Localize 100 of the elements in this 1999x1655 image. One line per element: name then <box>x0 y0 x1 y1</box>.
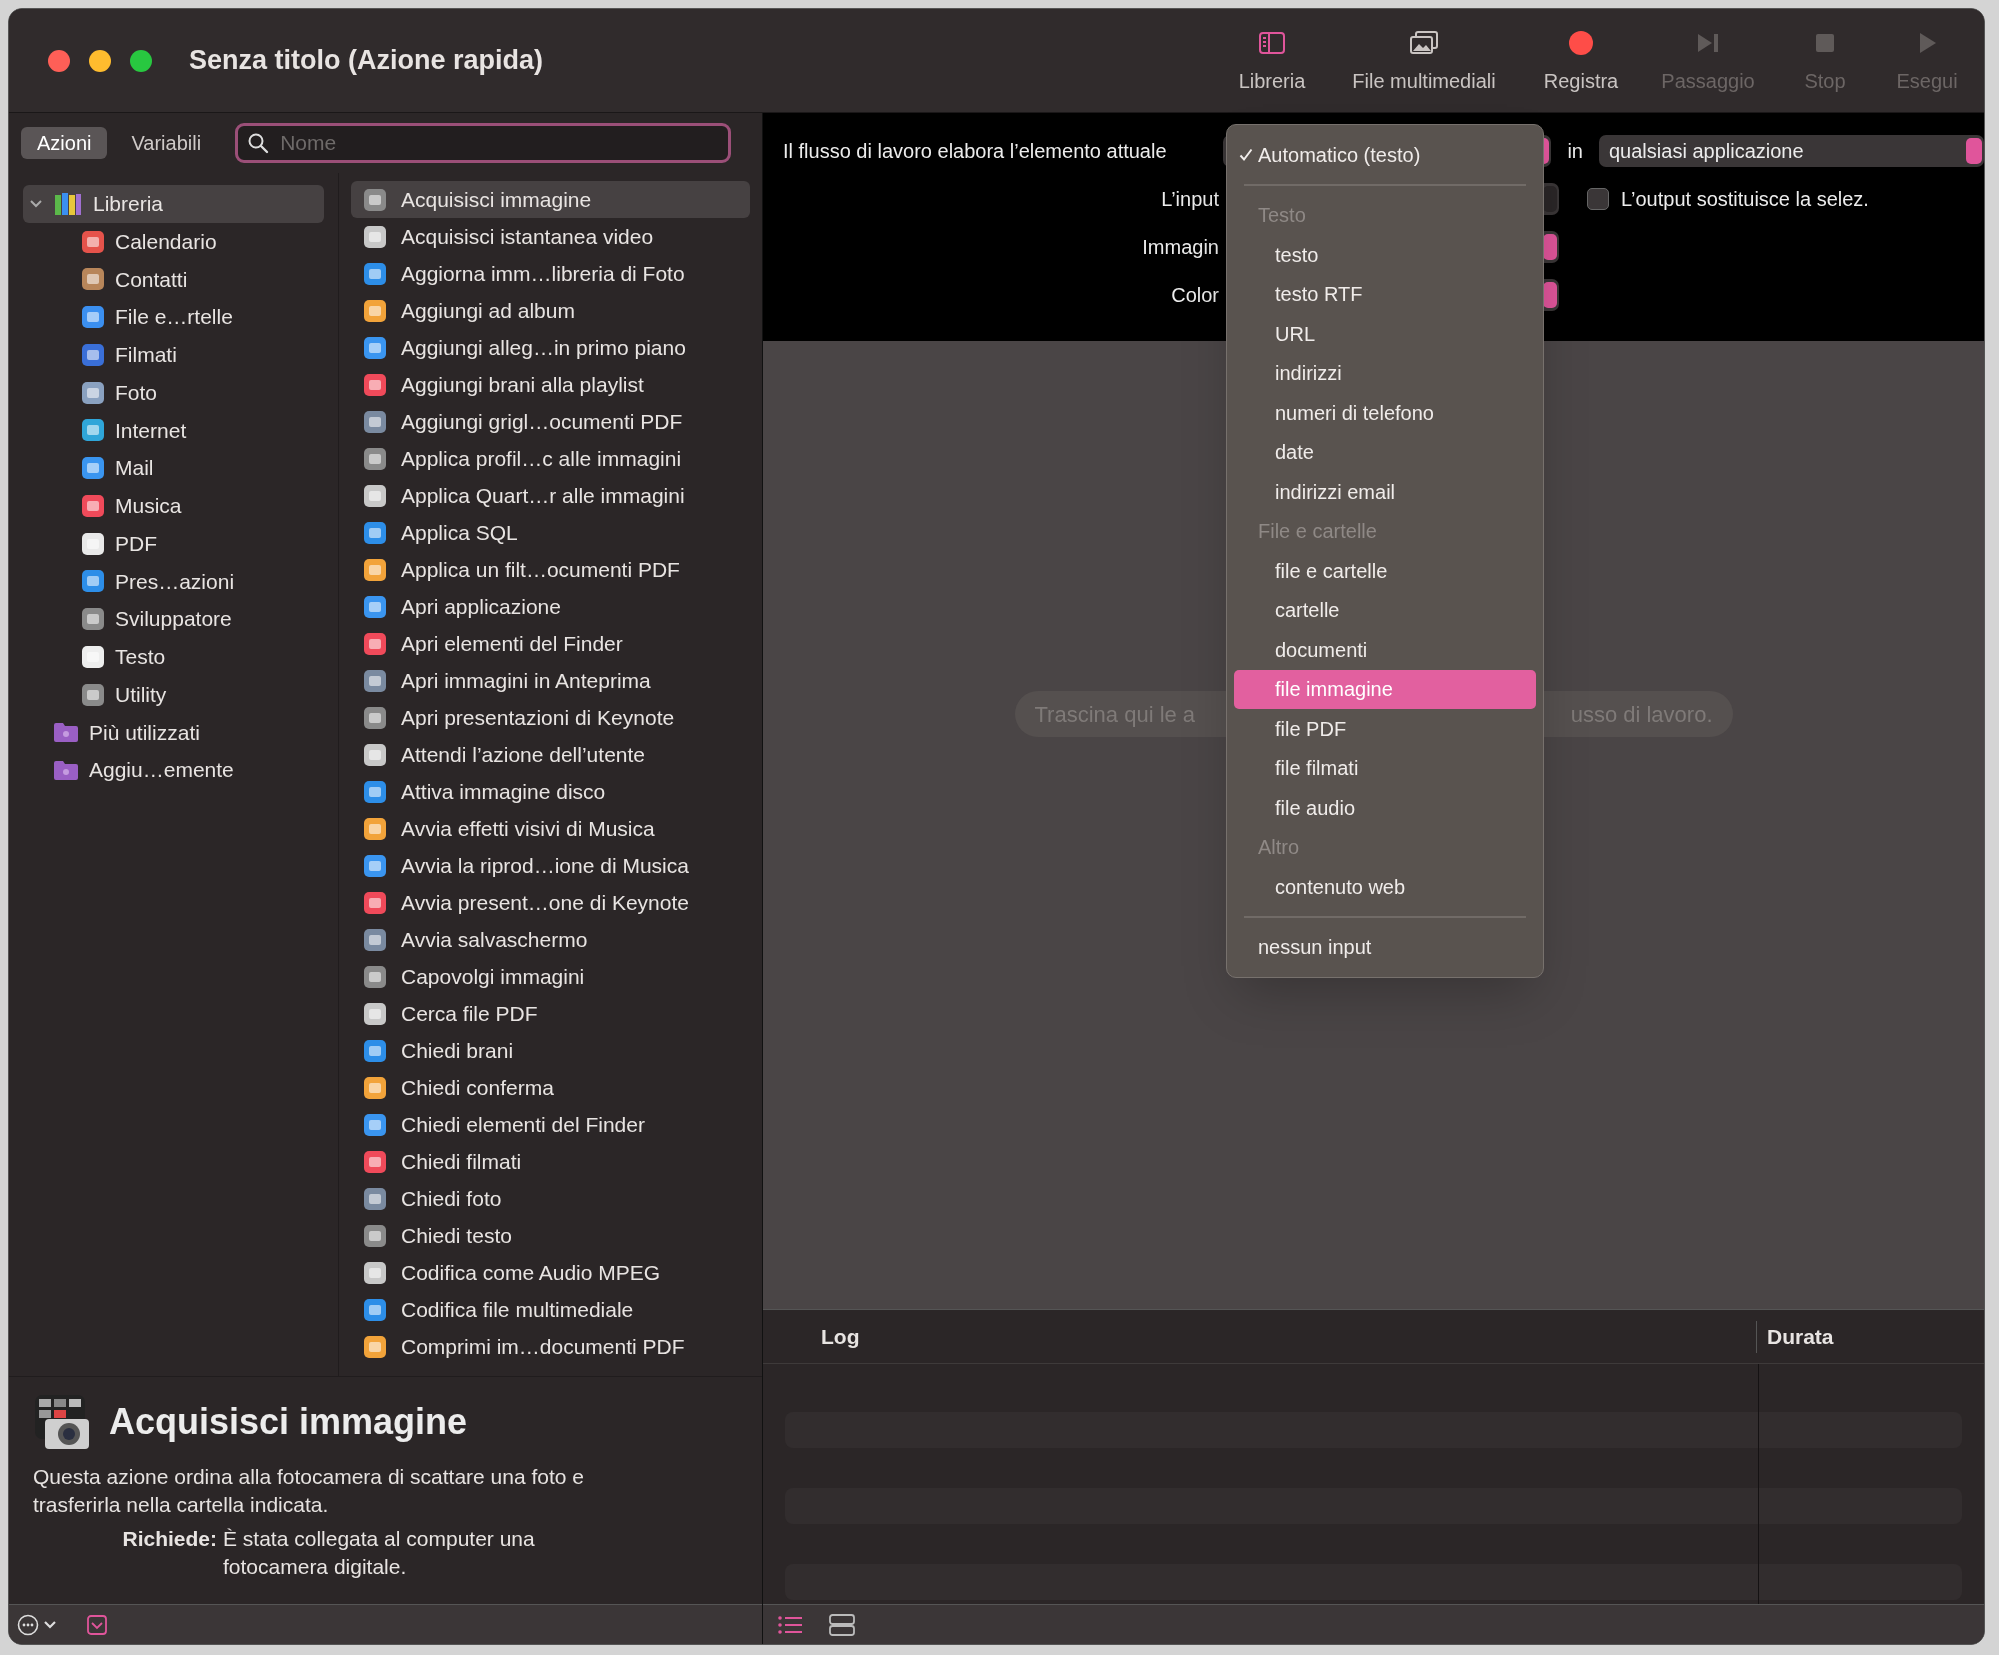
toolbar-button[interactable]: Libreria <box>1222 27 1322 96</box>
zoom-button[interactable] <box>130 49 152 72</box>
app-icon <box>363 1334 387 1359</box>
camera-icon <box>33 1393 91 1451</box>
action-item[interactable]: Apri applicazione <box>351 588 750 625</box>
tab[interactable]: Variabili <box>115 127 218 159</box>
record-icon <box>1568 29 1594 56</box>
app-icon <box>363 187 387 212</box>
checkbox-label: L’output sostituisce la selez. <box>1621 187 1869 212</box>
app-icon <box>363 224 387 249</box>
close-button[interactable] <box>48 49 70 72</box>
menu-item[interactable]: testo RTF <box>1234 274 1536 314</box>
menu-item[interactable]: indirizzi email <box>1234 472 1536 512</box>
action-item[interactable]: Attendi l’azione dell’utente <box>351 736 750 773</box>
action-item[interactable]: Aggiungi grigl…ocumenti PDF <box>351 403 750 440</box>
action-item[interactable]: Acquisisci istantanea video <box>351 218 750 255</box>
action-item[interactable]: Applica profil…c alle immagini <box>351 440 750 477</box>
library-item[interactable]: Aggiu…emente <box>23 751 324 789</box>
app-icon <box>363 927 387 952</box>
action-item[interactable]: Codifica file multimediale <box>351 1291 750 1328</box>
menu-item[interactable]: file audio <box>1234 788 1536 828</box>
library-item[interactable]: Musica <box>23 487 324 525</box>
library-item[interactable]: Libreria <box>23 185 324 223</box>
action-item[interactable]: Avvia la riprod…ione di Musica <box>351 847 750 884</box>
photos-icon <box>1409 29 1439 56</box>
app-icon <box>81 644 105 669</box>
application-popup[interactable]: qualsiasi applicazione <box>1599 135 1984 167</box>
action-item[interactable]: Aggiungi brani alla playlist <box>351 366 750 403</box>
library-item[interactable]: Foto <box>23 373 324 412</box>
menu-item[interactable]: file e cartelle <box>1234 551 1536 591</box>
more-menu-button[interactable] <box>17 1613 57 1636</box>
action-item[interactable]: Capovolgi immagini <box>351 958 750 995</box>
library-item[interactable]: PDF <box>23 524 324 563</box>
menu-item[interactable]: cartelle <box>1234 590 1536 630</box>
action-item[interactable]: Chiedi brani <box>351 1032 750 1069</box>
toolbar-button[interactable]: Registra <box>1526 27 1636 96</box>
menu-item[interactable]: numeri di telefono <box>1234 393 1536 433</box>
menu-item[interactable]: testo <box>1234 235 1536 275</box>
toolbar-button[interactable]: File multimediali <box>1334 27 1514 96</box>
menu-item[interactable]: contenuto web <box>1234 867 1536 907</box>
library-item[interactable]: Utility <box>23 675 324 714</box>
menu-item[interactable]: documenti <box>1234 630 1536 670</box>
library-item[interactable]: Più utilizzati <box>23 713 324 752</box>
app-icon <box>363 816 387 841</box>
action-item[interactable]: Codifica come Audio MPEG <box>351 1254 750 1291</box>
column-header[interactable]: Durata <box>1767 1320 1834 1353</box>
action-item[interactable]: Chiedi testo <box>351 1217 750 1254</box>
option-label: Immagin <box>1141 235 1219 260</box>
action-item[interactable]: Chiedi filmati <box>351 1143 750 1180</box>
menu-item[interactable]: file filmati <box>1234 748 1536 788</box>
action-item[interactable]: Acquisisci immagine <box>351 181 750 218</box>
action-item[interactable]: Apri immagini in Anteprima <box>351 662 750 699</box>
library-item[interactable]: Testo <box>23 638 324 676</box>
action-item[interactable]: Aggiungi ad album <box>351 292 750 329</box>
menu-item[interactable]: file PDF <box>1234 709 1536 749</box>
search-icon <box>247 132 270 154</box>
library-item[interactable]: File e…rtelle <box>23 298 324 336</box>
app-icon <box>363 1186 387 1211</box>
menu-item[interactable]: URL <box>1234 314 1536 354</box>
action-item[interactable]: Cerca file PDF <box>351 995 750 1032</box>
library-item[interactable]: Filmati <box>23 336 324 374</box>
action-item[interactable]: Applica SQL <box>351 514 750 551</box>
action-item[interactable]: Apri elementi del Finder <box>351 625 750 662</box>
menu-item[interactable]: indirizzi <box>1234 353 1536 393</box>
menu-item[interactable]: nessun input <box>1234 927 1536 967</box>
app-icon <box>363 853 387 878</box>
menu-item[interactable]: date <box>1234 432 1536 472</box>
library-item[interactable]: Internet <box>23 411 324 450</box>
library-item[interactable]: Mail <box>23 449 324 487</box>
tab[interactable]: Azioni <box>21 127 108 159</box>
menu-item[interactable]: Automatico (testo) <box>1234 135 1536 175</box>
list-view-icon[interactable] <box>777 1614 803 1635</box>
action-item[interactable]: Attiva immagine disco <box>351 773 750 810</box>
action-item[interactable]: Applica un filt…ocumenti PDF <box>351 551 750 588</box>
action-item[interactable]: Applica Quart…r alle immagini <box>351 477 750 514</box>
minimize-button[interactable] <box>89 49 111 72</box>
action-item[interactable]: Avvia salvaschermo <box>351 921 750 958</box>
action-item[interactable]: Aggiorna imm…libreria di Foto <box>351 255 750 292</box>
app-icon <box>81 531 105 556</box>
rows-view-icon[interactable] <box>829 1613 855 1636</box>
action-item[interactable]: Aggiungi alleg…in primo piano <box>351 329 750 366</box>
action-item[interactable]: Comprimi im…documenti PDF <box>351 1328 750 1365</box>
library-item[interactable]: Contatti <box>23 260 324 299</box>
action-item[interactable]: Avvia present…one di Keynote <box>351 884 750 921</box>
description-toggle-icon[interactable] <box>87 1614 107 1635</box>
column-header[interactable]: Log <box>821 1320 1756 1353</box>
action-item[interactable]: Apri presentazioni di Keynote <box>351 699 750 736</box>
action-item[interactable]: Avvia effetti visivi di Musica <box>351 810 750 847</box>
action-item[interactable]: Chiedi elementi del Finder <box>351 1106 750 1143</box>
library-item[interactable]: Sviluppatore <box>23 600 324 638</box>
action-description: Questa azione ordina alla fotocamera di scattare una foto e trasferirla nella cartella indicata. <box>33 1464 585 1518</box>
option-label: L’input <box>1160 187 1219 212</box>
library-item[interactable]: Pres…azioni <box>23 562 324 601</box>
books-icon <box>53 190 83 217</box>
app-icon <box>363 594 387 619</box>
action-item[interactable]: Chiedi foto <box>351 1180 750 1217</box>
search-field[interactable]: Nome <box>235 123 732 163</box>
action-item[interactable]: Chiedi conferma <box>351 1069 750 1106</box>
app-icon <box>81 682 105 707</box>
library-item[interactable]: Calendario <box>23 222 324 261</box>
